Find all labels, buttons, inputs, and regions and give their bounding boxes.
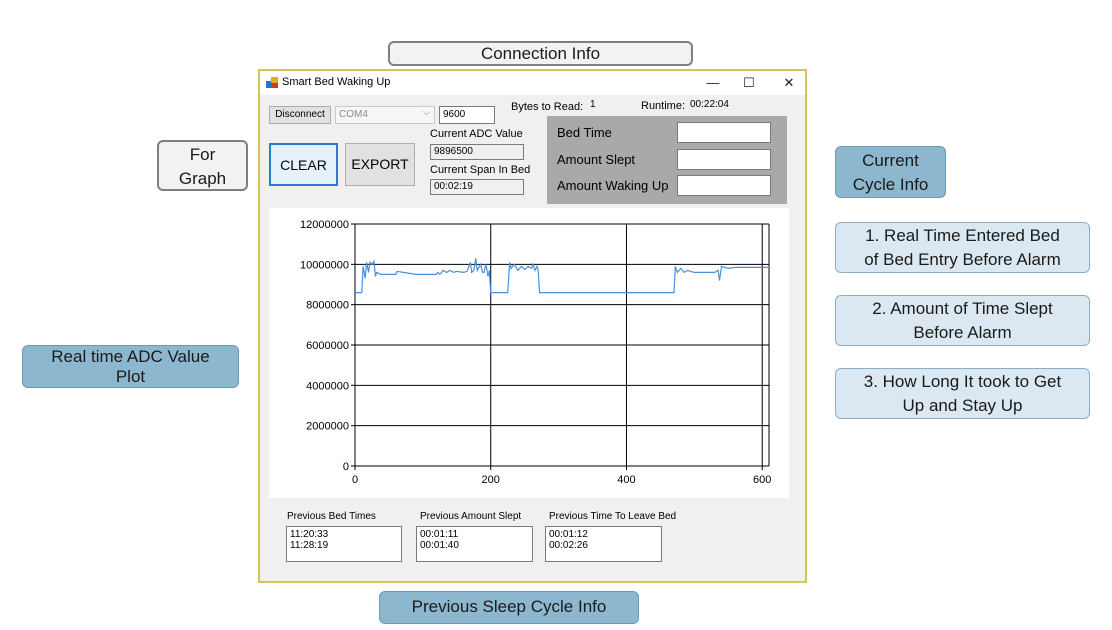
list-item: 11:20:33 — [290, 529, 329, 540]
item1-line2: of Bed Entry Before Alarm — [864, 250, 1061, 269]
runtime-label: Runtime: — [641, 100, 686, 112]
adc-value-field: 9896500 — [430, 144, 524, 160]
connection-info-text: Connection Info — [480, 44, 601, 63]
item3-line1: 3. How Long It took to Get — [863, 372, 1062, 391]
export-button[interactable]: EXPORT — [345, 143, 415, 186]
app-window: Smart Bed Waking Up — ☐ ✕ Disconnect COM… — [258, 69, 807, 583]
list-item: 00:01:11 — [420, 529, 459, 540]
prev-leave-list[interactable]: 00:01:12 00:02:26 — [545, 526, 662, 562]
prev-slept-label: Previous Amount Slept — [420, 511, 522, 522]
prev-bed-times-list[interactable]: 11:20:33 11:28:19 — [286, 526, 402, 562]
x-tick-label: 0 — [352, 474, 358, 486]
bed-time-label: Bed Time — [557, 125, 612, 140]
previous-info-text: Previous Sleep Cycle Info — [411, 597, 607, 616]
connection-info-callout: Connection Info — [388, 41, 693, 66]
adc-plot-line1: Real time ADC Value — [51, 347, 210, 366]
list-item: 00:02:26 — [549, 540, 588, 551]
adc-chart: 0 2000000 4000000 6000000 8000000 10000000 120… — [300, 219, 771, 486]
item3-line2: Up and Stay Up — [902, 396, 1023, 415]
current-cycle-panel: Bed Time Amount Slept Amount Waking Up — [547, 116, 787, 204]
span-label: Current Span In Bed — [430, 164, 531, 176]
list-item: 00:01:12 — [549, 529, 588, 540]
y-tick-label: 0 — [343, 461, 349, 473]
adc-label: Current ADC Value — [430, 128, 523, 140]
bytes-to-read-value: 1 — [590, 99, 596, 110]
x-tick-label: 200 — [482, 474, 500, 486]
for-graph-line2: Graph — [178, 169, 227, 188]
title-bar[interactable]: Smart Bed Waking Up — ☐ ✕ — [260, 71, 805, 95]
item1-callout: 1. Real Time Entered Bed of Bed Entry Be… — [835, 222, 1090, 273]
y-tick-label: 10000000 — [300, 259, 349, 271]
y-tick-label: 8000000 — [306, 300, 349, 312]
window-title: Smart Bed Waking Up — [282, 76, 391, 88]
app-icon — [266, 77, 278, 88]
clear-button[interactable]: CLEAR — [269, 143, 338, 186]
x-tick-label: 600 — [753, 474, 771, 486]
y-tick-label: 12000000 — [300, 219, 349, 231]
disconnect-button[interactable]: Disconnect — [269, 106, 331, 124]
y-tick-label: 2000000 — [306, 421, 349, 433]
for-graph-callout: For Graph — [157, 140, 248, 191]
list-item: 00:01:40 — [420, 540, 459, 551]
maximize-button[interactable]: ☐ — [731, 71, 767, 95]
adc-chart-area: 0 2000000 4000000 6000000 8000000 10000000 120… — [269, 208, 789, 498]
chevron-down-icon: ⌵ — [422, 107, 430, 118]
current-cycle-line2: Cycle Info — [852, 175, 929, 194]
current-cycle-line1: Current — [862, 151, 919, 170]
y-tick-label: 4000000 — [306, 380, 349, 392]
waking-label: Amount Waking Up — [557, 178, 669, 193]
item2-line2: Before Alarm — [913, 323, 1012, 342]
item2-line1: 2. Amount of Time Slept — [872, 299, 1053, 318]
bed-time-field[interactable] — [677, 122, 771, 143]
for-graph-line1: For — [189, 145, 216, 164]
port-select[interactable]: COM4 ⌵ — [335, 106, 435, 124]
current-cycle-callout: Current Cycle Info — [835, 146, 946, 198]
prev-slept-list[interactable]: 00:01:11 00:01:40 — [416, 526, 533, 562]
x-tick-label: 400 — [617, 474, 635, 486]
prev-bed-times-label: Previous Bed Times — [287, 511, 376, 522]
waking-field[interactable] — [677, 175, 771, 196]
port-value: COM4 — [339, 109, 368, 120]
adc-plot-line2: Plot — [115, 367, 146, 386]
close-button[interactable]: ✕ — [771, 71, 807, 95]
item2-callout: 2. Amount of Time Slept Before Alarm — [835, 295, 1090, 346]
span-value-field: 00:02:19 — [430, 179, 524, 195]
adc-plot-callout: Real time ADC Value Plot — [22, 345, 239, 388]
minimize-button[interactable]: — — [695, 71, 731, 95]
runtime-value: 00:22:04 — [690, 99, 729, 110]
bytes-to-read-label: Bytes to Read: — [511, 101, 584, 113]
prev-leave-label: Previous Time To Leave Bed — [549, 511, 677, 522]
amount-slept-label: Amount Slept — [557, 152, 636, 167]
y-tick-label: 6000000 — [306, 340, 349, 352]
previous-info-callout: Previous Sleep Cycle Info — [379, 591, 639, 624]
adc-series-line — [355, 258, 769, 294]
amount-slept-field[interactable] — [677, 149, 771, 170]
item1-line1: 1. Real Time Entered Bed — [865, 226, 1060, 245]
item3-callout: 3. How Long It took to Get Up and Stay U… — [835, 368, 1090, 419]
baud-field[interactable]: 9600 — [439, 106, 495, 124]
list-item: 11:28:19 — [290, 540, 329, 551]
